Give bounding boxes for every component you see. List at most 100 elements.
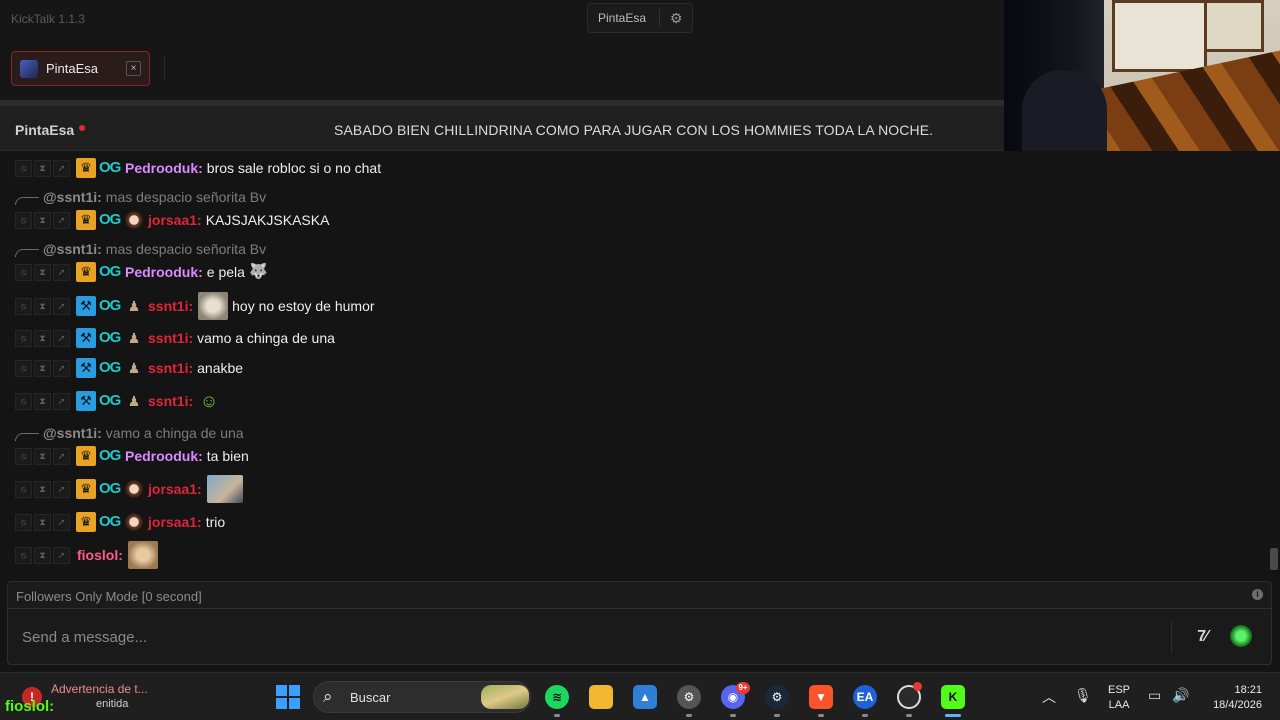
pin-icon[interactable]: ➚ [53,447,70,465]
pin-icon[interactable]: ➚ [53,480,70,498]
scrollbar-thumb[interactable] [1270,548,1278,570]
tab-pintaesa[interactable]: PintaEsa × [11,51,150,86]
chat-header: PintaEsa SABADO BIEN CHILLINDRINA COMO P… [0,106,1004,151]
ea-app-icon[interactable]: EA [853,685,877,709]
chat-username[interactable]: Pedrooduk: [125,160,203,176]
overlay-username: fioslol: [5,698,55,715]
crown-icon: ♛ [76,158,96,178]
channel-name[interactable]: PintaEsa [15,122,74,138]
taskbar-search[interactable]: ⌕ Buscar [313,681,531,713]
mod-tools: ⦸ ⧗ ➚ [15,447,72,465]
moderator-hammer-icon: ⚒ [76,296,96,316]
user-badge-icon: ♟ [127,330,141,346]
timeout-icon[interactable]: ⧗ [34,480,51,498]
running-indicator [554,714,560,717]
stream-title: SABADO BIEN CHILLINDRINA COMO PARA JUGAR… [334,122,934,138]
pin-icon[interactable]: ➚ [53,513,70,531]
timeout-icon[interactable]: ⧗ [34,513,51,531]
microphone-icon[interactable]: 🎙 [1074,687,1092,704]
ban-icon[interactable]: ⦸ [15,297,32,315]
live-indicator [79,125,85,131]
webcam-window [1112,0,1207,72]
pin-icon[interactable]: ➚ [53,297,70,315]
wolf-emote-icon: 🐺 [248,263,268,280]
spotify-icon[interactable]: ≋ [545,685,569,709]
pin-icon[interactable]: ➚ [53,263,70,281]
file-explorer-icon[interactable] [589,685,613,709]
system-clock[interactable]: 18:21 18/4/2026 [1202,683,1262,713]
volume-icon[interactable]: 🔊 [1172,687,1189,704]
ban-icon[interactable]: ⦸ [15,447,32,465]
chat-username[interactable]: Pedrooduk: [125,264,203,280]
timeout-icon[interactable]: ⧗ [34,447,51,465]
kicktalk-window: KickTalk 1.1.3 PintaEsa ⚙ PintaEsa × Pin… [0,0,1280,720]
pin-icon[interactable]: ➚ [53,159,70,177]
chat-text: hoy no estoy de humor [232,298,375,314]
settings-app-icon[interactable]: ⚙ [677,685,701,709]
pin-icon[interactable]: ➚ [53,211,70,229]
ban-icon[interactable]: ⦸ [15,359,32,377]
seventv-emote-button[interactable]: 7∕ [1188,623,1216,651]
kicktalk-app-icon[interactable]: K [941,685,965,709]
crown-icon: ♛ [76,262,96,282]
kick-emote-button[interactable] [1230,625,1252,647]
ban-icon[interactable]: ⦸ [15,546,32,564]
ban-icon[interactable]: ⦸ [15,263,32,281]
mod-tools: ⦸ ⧗ ➚ [15,211,72,229]
chat-messages[interactable]: ⦸ ⧗ ➚ ♛ OG Pedrooduk: bros sale robloc si … [0,151,1280,579]
reply-preview[interactable]: @ssnt1i: mas despacio señorita Bv [15,188,266,206]
chat-username[interactable]: jorsaa1: [148,514,202,530]
steam-icon[interactable]: ⚙ [765,685,789,709]
ban-icon[interactable]: ⦸ [15,513,32,531]
input-language[interactable]: ESP LAA [1108,683,1130,713]
og-badge-icon: OG [99,392,121,409]
gear-icon[interactable]: ⚙ [660,10,692,27]
chat-username[interactable]: ssnt1i: [148,298,193,314]
timeout-icon[interactable]: ⧗ [34,329,51,347]
running-indicator [818,714,824,717]
timeout-icon[interactable]: ⧗ [34,359,51,377]
pin-icon[interactable]: ➚ [53,329,70,347]
timeout-icon[interactable]: ⧗ [34,392,51,410]
timeout-icon[interactable]: ⧗ [34,159,51,177]
pin-icon[interactable]: ➚ [53,359,70,377]
reply-preview[interactable]: @ssnt1i: mas despacio señorita Bv [15,240,266,258]
chat-username[interactable]: ssnt1i: [148,330,193,346]
chat-text: ta bien [206,448,249,464]
windows-start-button[interactable] [276,685,300,709]
chat-mode-text: Followers Only Mode [0 second] [16,589,202,604]
pin-icon[interactable]: ➚ [53,392,70,410]
ban-icon[interactable]: ⦸ [15,392,32,410]
message-input[interactable] [22,625,1122,649]
top-channel-switcher[interactable]: PintaEsa ⚙ [587,3,693,33]
notification-title[interactable]: Advertencia de t... [51,682,148,696]
pin-icon[interactable]: ➚ [53,546,70,564]
photos-icon[interactable]: ▲ [633,685,657,709]
chat-username[interactable]: Pedrooduk: [125,448,203,464]
crown-icon: ♛ [76,512,96,532]
brave-icon[interactable]: ▼ [809,685,833,709]
chevron-up-icon[interactable]: ︿ [1042,687,1056,707]
chat-username[interactable]: ssnt1i: [148,393,193,409]
user-badge-icon: ♟ [127,360,141,376]
close-icon[interactable]: × [126,61,141,76]
top-channel-label[interactable]: PintaEsa [588,11,659,25]
reply-curve-icon [15,197,39,205]
mod-tools: ⦸ ⧗ ➚ [15,263,72,281]
ban-icon[interactable]: ⦸ [15,329,32,347]
timeout-icon[interactable]: ⧗ [34,211,51,229]
reply-preview[interactable]: @ssnt1i: vamo a chinga de una [15,424,244,442]
timeout-icon[interactable]: ⧗ [34,297,51,315]
chat-username[interactable]: ssnt1i: [148,360,193,376]
ban-icon[interactable]: ⦸ [15,211,32,229]
chat-username[interactable]: jorsaa1: [148,481,202,497]
og-badge-icon: OG [99,513,121,530]
info-icon[interactable]: i [1252,589,1263,600]
timeout-icon[interactable]: ⧗ [34,263,51,281]
network-icon[interactable]: ▭ [1148,687,1161,704]
chat-username[interactable]: fioslol: [77,547,123,563]
ban-icon[interactable]: ⦸ [15,159,32,177]
timeout-icon[interactable]: ⧗ [34,546,51,564]
chat-username[interactable]: jorsaa1: [148,212,202,228]
ban-icon[interactable]: ⦸ [15,480,32,498]
